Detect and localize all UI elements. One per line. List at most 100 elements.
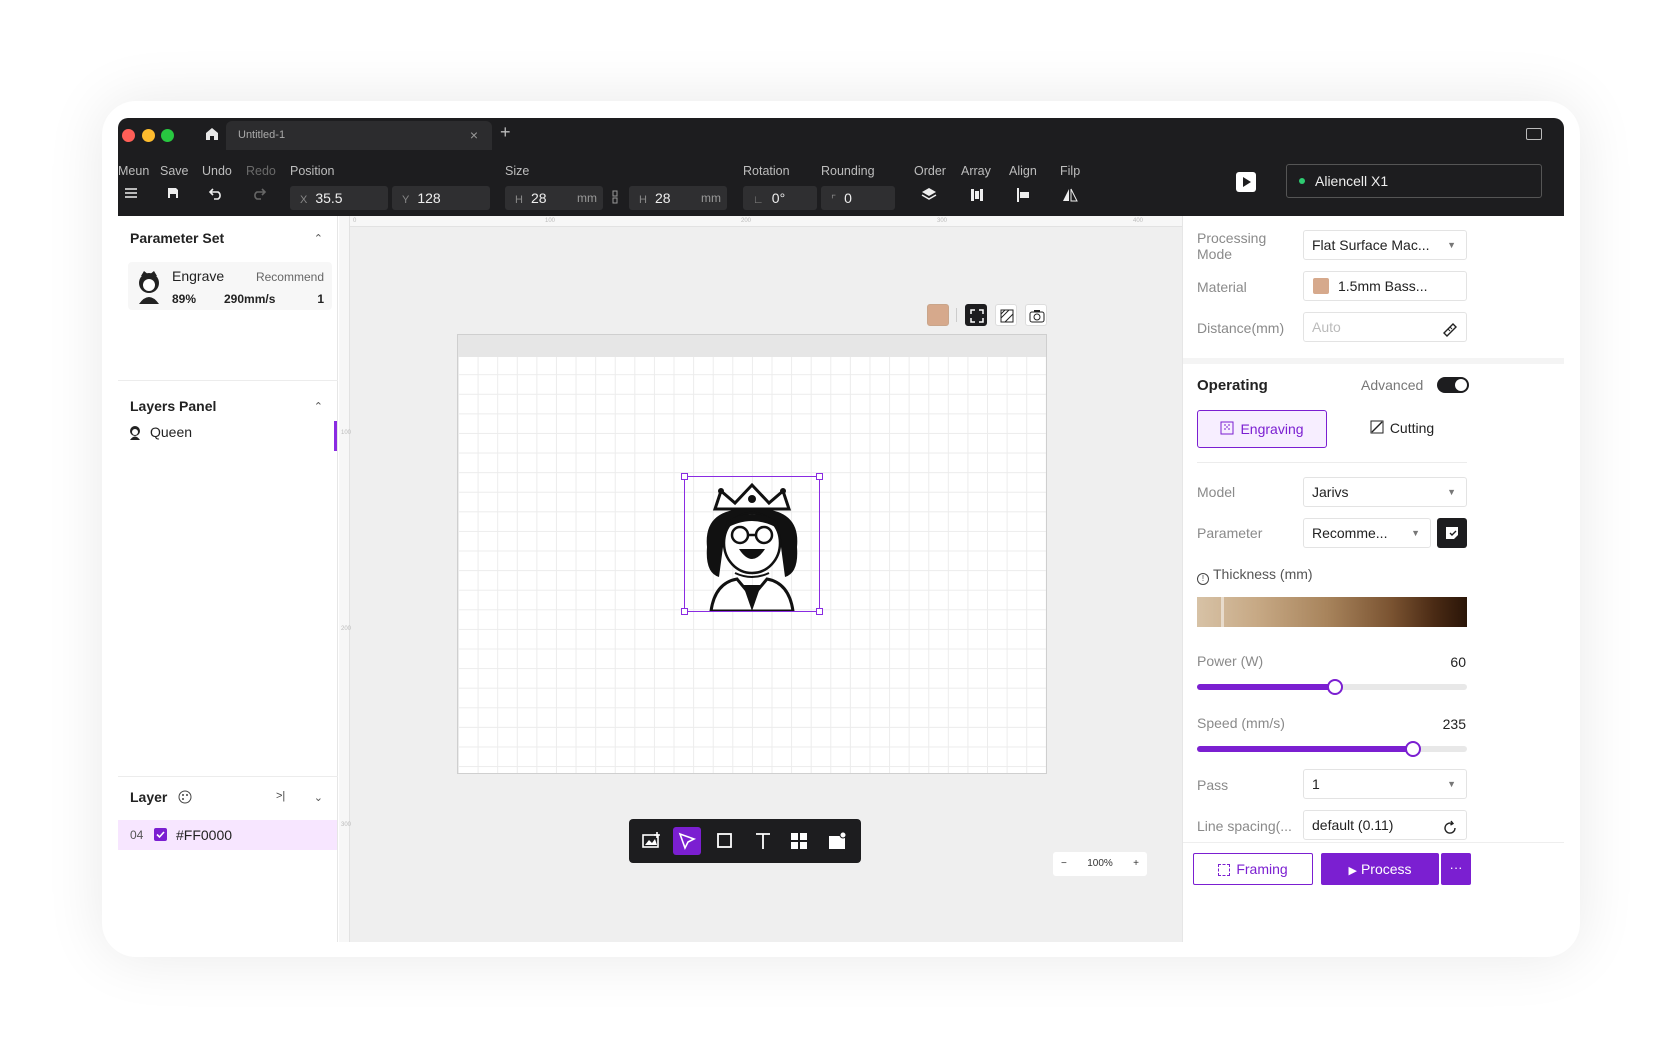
reset-icon[interactable] <box>1442 817 1458 845</box>
resize-handle[interactable] <box>816 608 823 615</box>
cutting-tab[interactable]: Cutting <box>1337 410 1467 448</box>
advanced-toggle[interactable] <box>1437 377 1469 393</box>
save-parameter-button[interactable] <box>1437 518 1467 548</box>
menu-icon[interactable] <box>124 186 146 206</box>
speed-slider-fill <box>1197 746 1413 752</box>
distance-label: Distance(mm) <box>1197 320 1285 336</box>
redo-icon[interactable] <box>251 186 273 206</box>
measure-icon[interactable] <box>1442 319 1458 347</box>
redo-label: Redo <box>246 164 276 178</box>
param-pass: 1 <box>317 292 324 306</box>
collapse-layer-icon[interactable]: >| <box>276 790 285 802</box>
resize-handle[interactable] <box>816 473 823 480</box>
table-row[interactable]: 04 #FF0000 <box>118 820 337 850</box>
fit-view-button[interactable] <box>965 304 987 326</box>
speed-slider[interactable] <box>1197 741 1467 757</box>
app-window: Untitled-1 × + Meun Save Undo Redo Posit… <box>118 118 1564 942</box>
corner-icon: ⌜ <box>831 194 837 206</box>
document-tab-title: Untitled-1 <box>238 129 286 141</box>
speed-label-row: Speed (mm/s) <box>1197 715 1285 731</box>
rotation-field[interactable]: ∟ 0° <box>743 186 817 210</box>
undo-icon[interactable] <box>208 186 230 206</box>
ruler-tick: 100 <box>545 218 556 224</box>
lock-ratio-icon[interactable] <box>610 190 622 210</box>
elements-tool-icon[interactable] <box>785 827 813 855</box>
size-width-field[interactable]: H 28 mm <box>505 186 603 210</box>
array-label: Array <box>961 164 991 178</box>
thickness-label-row: ! Thickness (mm) <box>1197 566 1313 585</box>
power-slider-handle[interactable] <box>1326 679 1343 695</box>
home-icon[interactable] <box>204 126 222 142</box>
position-y-field[interactable]: Y 128 <box>392 186 490 210</box>
array-icon[interactable] <box>968 186 990 206</box>
process-button[interactable]: ▶ Process <box>1321 853 1439 885</box>
info-icon[interactable]: ! <box>1197 573 1209 585</box>
save-icon[interactable] <box>166 186 188 206</box>
layer-name: Queen <box>150 424 193 441</box>
shape-tool-icon[interactable] <box>711 827 739 855</box>
size-height-field[interactable]: H 28 mm <box>629 186 727 210</box>
param-speed: 290mm/s <box>224 292 276 306</box>
camera-icon[interactable] <box>1025 304 1047 326</box>
collapse-chevron-icon[interactable]: ⌃ <box>314 400 323 413</box>
processing-mode-select[interactable]: Flat Surface Mac... ▼ <box>1303 230 1467 260</box>
ruler-tick: 100 <box>341 430 352 436</box>
close-tab-icon[interactable]: × <box>470 121 478 150</box>
thickness-marker[interactable] <box>1221 597 1224 627</box>
resize-handle[interactable] <box>681 608 688 615</box>
chevron-down-icon: ▼ <box>1447 779 1456 789</box>
layer-scroll-indicator[interactable] <box>334 421 337 451</box>
hatch-view-button[interactable] <box>995 304 1017 326</box>
palette-icon[interactable] <box>178 790 192 809</box>
right-panel: Processing Mode Flat Surface Mac... ▼ Mat… <box>1182 216 1564 942</box>
engraving-tab[interactable]: Engraving <box>1197 410 1327 448</box>
window-layout-icon[interactable] <box>1526 128 1542 140</box>
canvas-area[interactable]: 0 100 200 300 400 100 200 300 − 100% + <box>339 216 1182 942</box>
document-tab[interactable]: Untitled-1 × <box>226 121 492 150</box>
distance-input[interactable]: Auto <box>1303 312 1467 342</box>
rounding-field[interactable]: ⌜ 0 <box>821 186 895 210</box>
size-label: Size <box>505 164 530 178</box>
material-select[interactable]: 1.5mm Bass... <box>1303 271 1467 301</box>
layer-checkbox[interactable] <box>154 828 167 841</box>
text-tool-icon[interactable] <box>749 827 777 855</box>
divider <box>1197 462 1467 463</box>
zoom-in-button[interactable]: + <box>1133 852 1139 876</box>
power-value: 60 <box>1450 654 1466 670</box>
position-x-field[interactable]: X 35.5 <box>290 186 388 210</box>
power-slider[interactable] <box>1197 679 1467 695</box>
preview-play-button[interactable] <box>1236 172 1256 192</box>
line-spacing-select[interactable]: default (0.11) <box>1303 810 1467 840</box>
parameter-select[interactable]: Recomme... ▼ <box>1303 518 1431 548</box>
material-swatch <box>1313 278 1329 294</box>
flip-icon[interactable] <box>1061 186 1083 206</box>
close-window-button[interactable] <box>122 129 135 142</box>
maximize-window-button[interactable] <box>161 129 174 142</box>
select-tool-icon[interactable] <box>673 827 701 855</box>
asset-library-icon[interactable] <box>823 827 851 855</box>
minimize-window-button[interactable] <box>142 129 155 142</box>
zoom-out-button[interactable]: − <box>1061 852 1067 876</box>
order-layers-icon[interactable] <box>920 186 942 206</box>
more-options-button[interactable]: ··· <box>1441 853 1471 885</box>
align-icon[interactable] <box>1015 186 1037 206</box>
speed-slider-handle[interactable] <box>1405 741 1421 757</box>
image-tool-icon[interactable] <box>637 827 665 855</box>
resize-handle[interactable] <box>681 473 688 480</box>
collapse-chevron-icon[interactable]: ⌃ <box>314 232 323 245</box>
list-item[interactable]: Queen <box>128 424 192 443</box>
thickness-preview[interactable] <box>1197 597 1467 627</box>
parameter-card[interactable]: Engrave Recommend 89% 290mm/s 1 <box>128 262 332 310</box>
framing-button[interactable]: Framing <box>1193 853 1313 885</box>
chevron-down-icon: ▼ <box>1411 528 1420 538</box>
param-power: 89% <box>172 292 197 306</box>
pass-select[interactable]: 1 ▼ <box>1303 769 1467 799</box>
selected-object[interactable] <box>681 473 823 615</box>
material-swatch-button[interactable] <box>927 304 949 326</box>
zoom-level: 100% <box>1087 858 1113 869</box>
layer-title: Layer <box>130 789 168 805</box>
device-selector[interactable]: Aliencell X1 <box>1286 164 1542 198</box>
new-tab-icon[interactable]: + <box>500 122 511 143</box>
chevron-down-icon[interactable]: ⌄ <box>314 791 323 804</box>
model-select[interactable]: Jarivs ▼ <box>1303 477 1467 507</box>
